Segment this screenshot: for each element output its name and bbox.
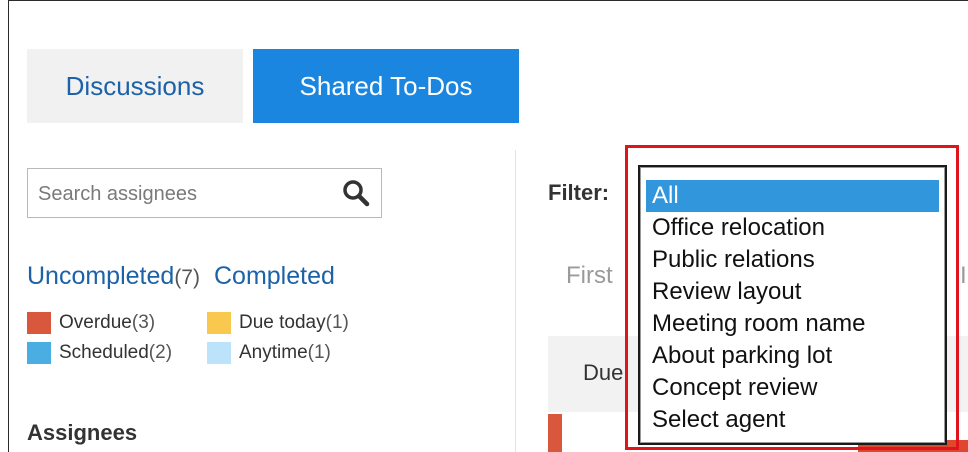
frame-left-border: [8, 0, 9, 452]
first-label: First: [566, 262, 613, 289]
filter-label: Filter:: [548, 180, 610, 205]
legend-anytime-label: Anytime: [239, 342, 308, 363]
overdue-swatch: [27, 312, 51, 334]
edge-label: I: [960, 262, 967, 289]
status-filter-row: Uncompleted(7) Completed: [27, 262, 335, 291]
search-input[interactable]: [36, 179, 330, 209]
sidebar-divider: [515, 150, 516, 452]
uncompleted-link[interactable]: Uncompleted: [27, 262, 174, 290]
legend-scheduled-label: Scheduled: [59, 342, 149, 363]
search-icon[interactable]: [341, 178, 371, 208]
due-column-header[interactable]: Due: [583, 360, 623, 386]
filter-option-list: All Office relocation Public relations R…: [646, 180, 939, 436]
anytime-swatch: [207, 342, 231, 364]
legend-overdue-count: (3): [131, 312, 156, 333]
frame-top-border: [8, 0, 968, 1]
filter-option-about-parking-lot[interactable]: About parking lot: [646, 340, 939, 372]
legend-overdue-label: Overdue: [59, 312, 132, 333]
filter-option-meeting-room-name[interactable]: Meeting room name: [646, 308, 939, 340]
filter-option-public-relations[interactable]: Public relations: [646, 244, 939, 276]
filter-option-all[interactable]: All: [646, 180, 939, 212]
legend-row: Scheduled (2) Anytime (1): [27, 342, 331, 364]
filter-option-concept-review[interactable]: Concept review: [646, 372, 939, 404]
legend-due-today[interactable]: Due today (1): [207, 312, 349, 334]
filter-option-review-layout[interactable]: Review layout: [646, 276, 939, 308]
legend-due-today-count: (1): [325, 312, 349, 333]
completed-link[interactable]: Completed: [214, 262, 335, 290]
filter-option-select-agent[interactable]: Select agent: [646, 404, 939, 436]
assignees-heading: Assignees: [27, 420, 138, 445]
filter-dropdown[interactable]: All Office relocation Public relations R…: [638, 165, 947, 445]
scheduled-swatch: [27, 342, 51, 364]
filter-option-office-relocation[interactable]: Office relocation: [646, 212, 939, 244]
search-box: [27, 168, 382, 218]
due-today-swatch: [207, 312, 231, 334]
legend-anytime[interactable]: Anytime (1): [207, 342, 331, 364]
legend-due-today-label: Due today: [239, 312, 326, 333]
legend-scheduled[interactable]: Scheduled (2): [27, 342, 207, 364]
legend-overdue[interactable]: Overdue (3): [27, 312, 207, 334]
legend-anytime-count: (1): [307, 342, 331, 363]
tab-discussions[interactable]: Discussions: [27, 49, 243, 123]
legend-scheduled-count: (2): [148, 342, 173, 363]
tab-shared-todos[interactable]: Shared To-Dos: [253, 49, 519, 123]
overdue-row-indicator: [548, 414, 562, 452]
uncompleted-count: (7): [174, 266, 200, 289]
legend-row: Overdue (3) Due today (1): [27, 312, 349, 334]
